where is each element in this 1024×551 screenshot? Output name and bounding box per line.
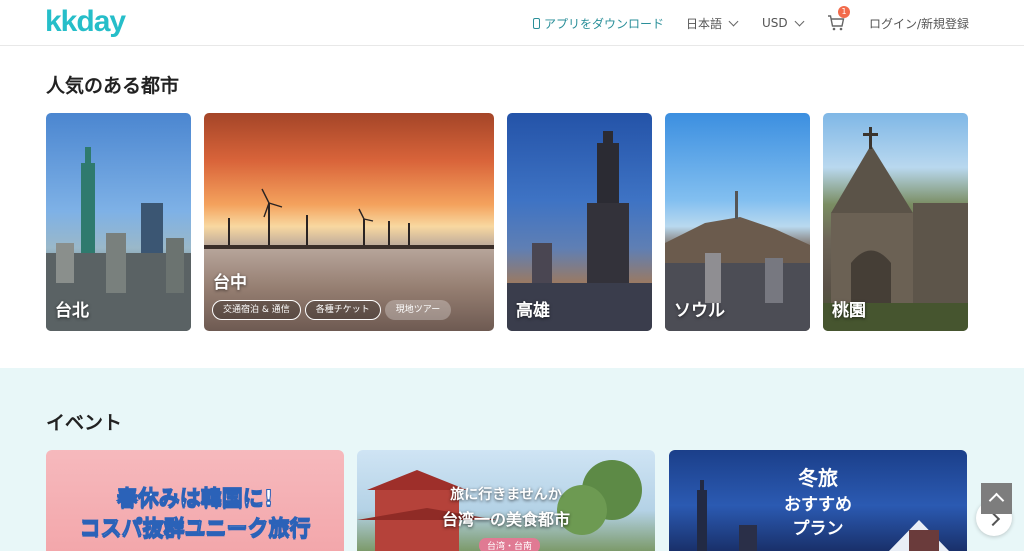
event-card-winter[interactable]: 冬旅 おすすめ プラン [669,450,967,551]
city-name: 桃園 [832,301,866,321]
kkday-logo[interactable]: kkday [45,4,126,40]
tag-tickets[interactable]: 各種チケット [304,300,381,320]
event-subheadline: コスパ抜群ユニーク旅行 [79,516,311,541]
city-card-taipei[interactable]: 台北 [46,113,191,331]
phone-icon [533,17,540,29]
event-subheadline: おすすめ [784,495,852,515]
event-card-tainan[interactable]: 旅に行きませんか 台湾一の美食都市 台湾・台南 [357,450,655,551]
language-label: 日本語 [686,16,723,31]
city-card-kaohsiung[interactable]: 高雄 [507,113,652,331]
cart-button[interactable]: 1 [827,0,850,46]
city-tags: 交通宿泊 & 通信 各種チケット 現地ツアー [212,300,452,320]
chevron-down-icon [728,16,739,26]
tag-local-tours[interactable]: 現地ツアー [384,300,452,320]
app-download-link[interactable]: アプリをダウンロード [533,0,664,46]
city-name: 高雄 [516,301,550,321]
app-download-label: アプリをダウンロード [544,16,665,31]
event-card-korea[interactable]: 春休みは韓国に! コスパ抜群ユニーク旅行 [46,450,344,551]
events-title: イベント [46,412,123,434]
event-subheadline-2: プラン [792,519,844,539]
currency-label: USD [762,16,788,30]
city-card-taichung[interactable]: 台中 交通宿泊 & 通信 各種チケット 現地ツアー [204,113,494,331]
popular-cities-title: 人気のある都市 [46,75,180,97]
cart-count-badge: 1 [838,6,850,18]
city-card-taoyuan[interactable]: 桃園 [823,113,968,331]
login-signup-link[interactable]: ログイン/新規登録 [869,0,969,46]
city-name: 台中 [213,273,247,293]
taichung-windmill-image [204,188,494,249]
event-headline: 冬旅 [798,466,838,490]
site-header: kkday アプリをダウンロード 日本語 USD 1 ログイン/新規登録 [0,0,1024,46]
event-subheadline: 台湾一の美食都市 [441,510,570,529]
city-name: ソウル [674,301,725,321]
event-headline: 旅に行きませんか [450,487,562,503]
cart-icon: 1 [827,6,850,31]
event-headline: 春休みは韓国に! [116,486,274,511]
language-selector[interactable]: 日本語 [686,0,739,46]
tag-transport-stay[interactable]: 交通宿泊 & 通信 [212,300,301,320]
scroll-to-top-button[interactable] [981,483,1012,514]
city-card-seoul[interactable]: ソウル [665,113,810,331]
chevron-down-icon [794,16,805,26]
currency-selector[interactable]: USD [762,0,805,46]
city-name: 台北 [55,301,89,321]
event-location-badge: 台湾・台南 [479,538,541,551]
